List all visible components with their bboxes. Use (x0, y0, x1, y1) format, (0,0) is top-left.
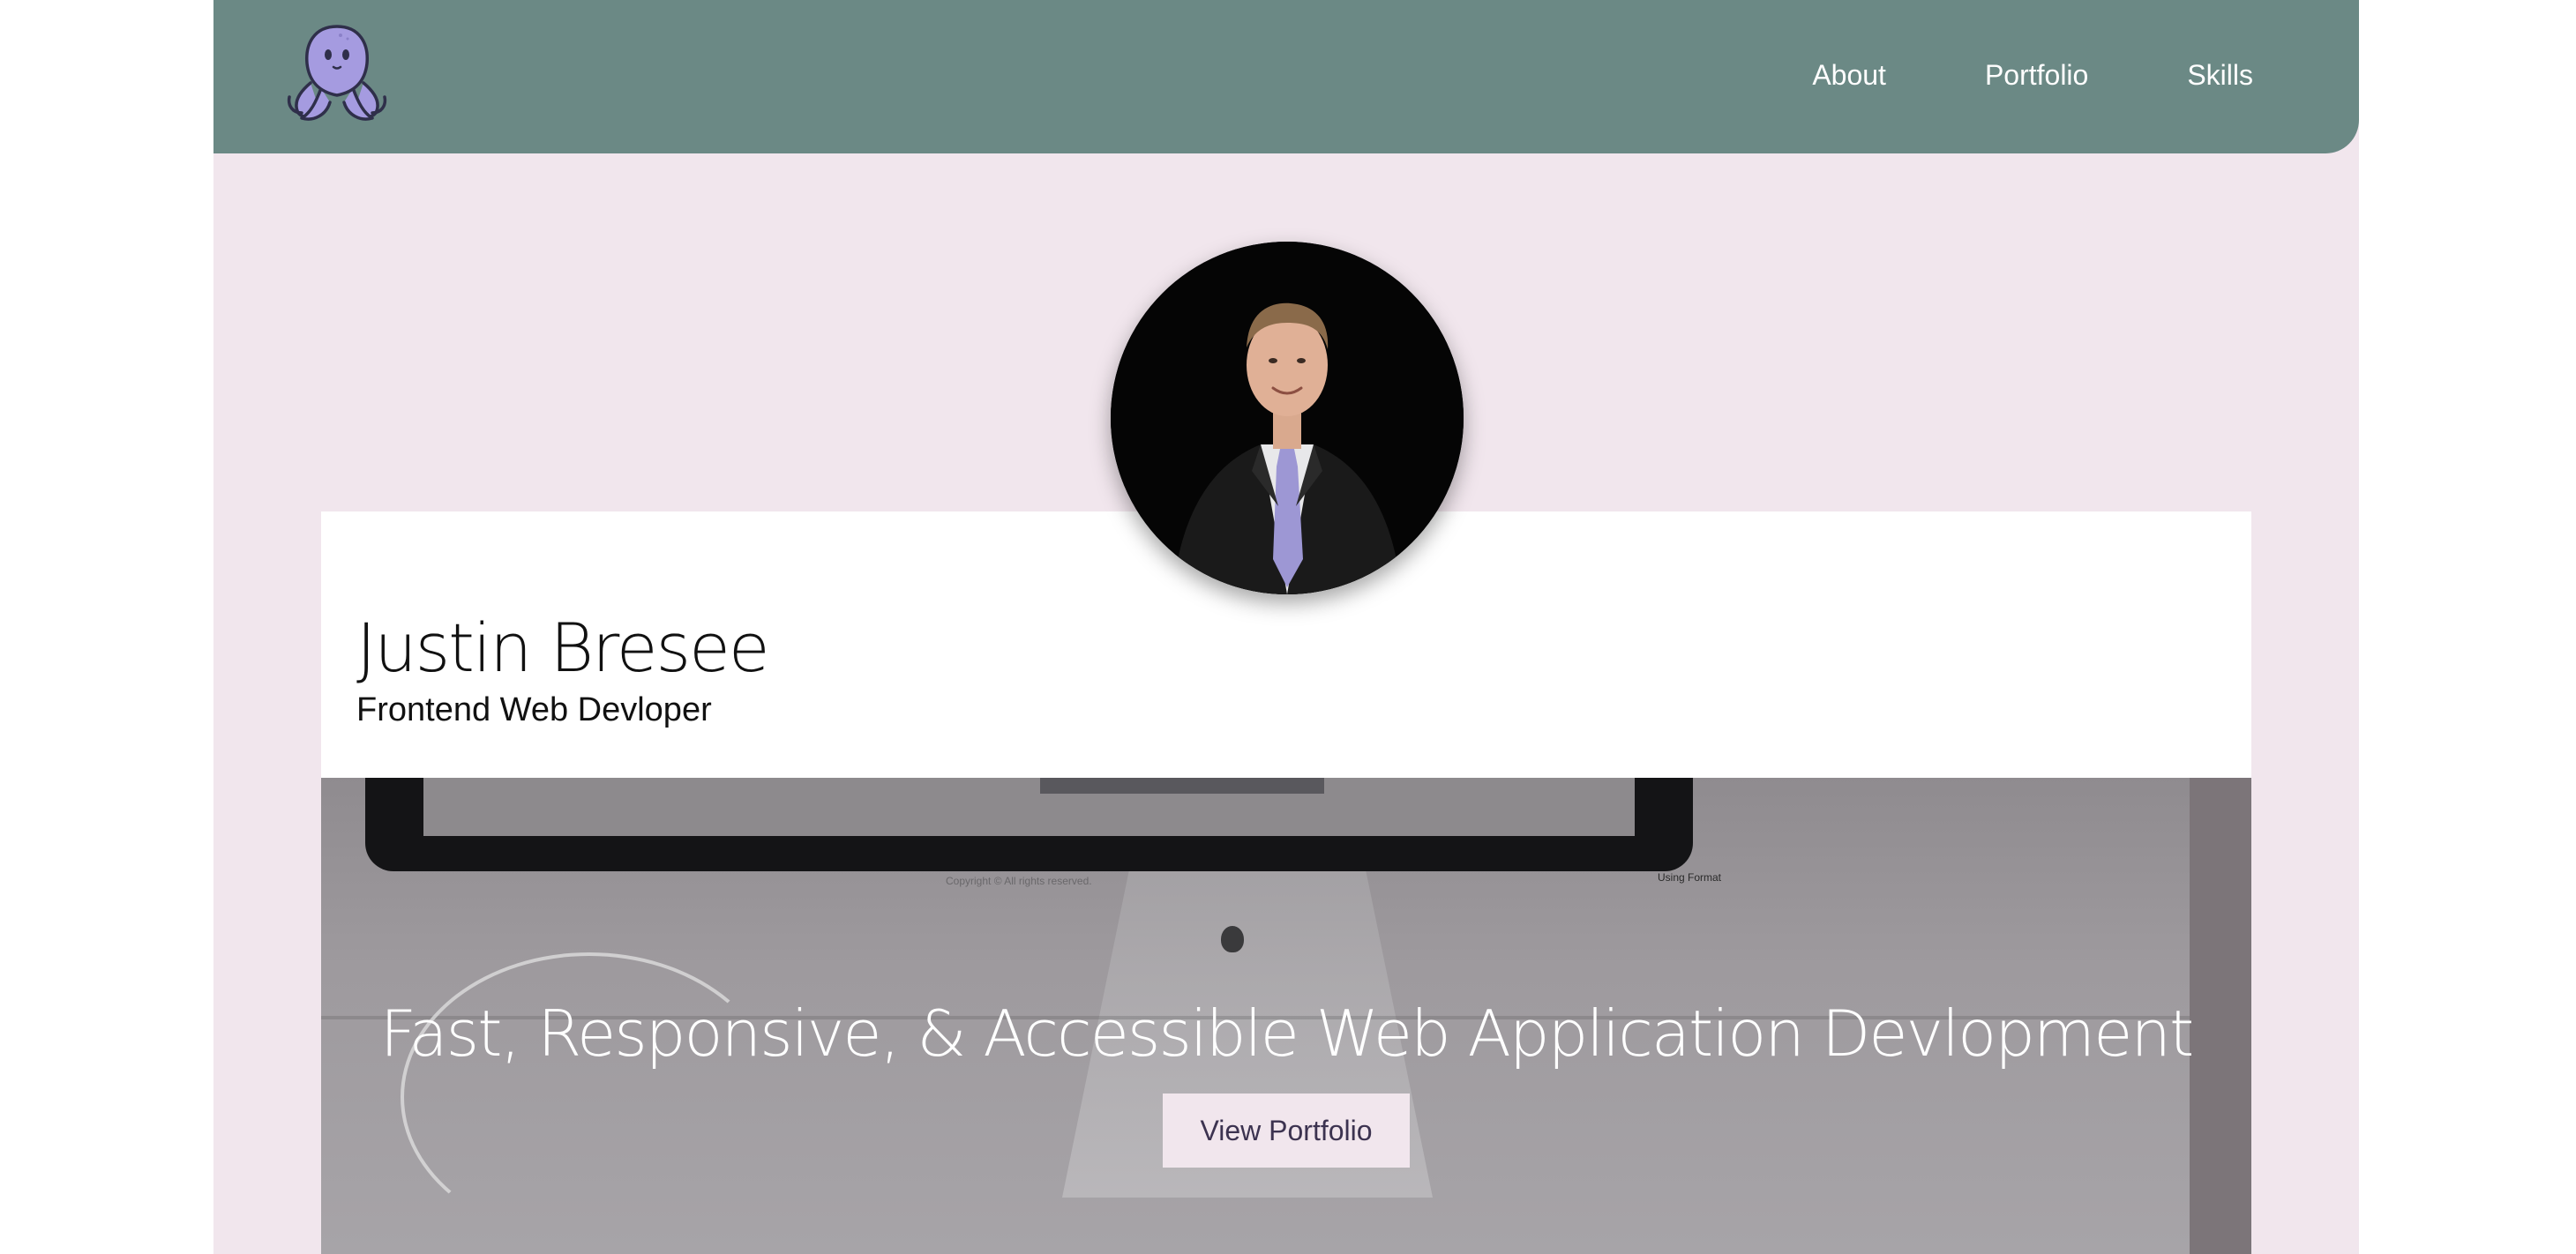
monitor-bezel (365, 776, 1693, 871)
apple-logo-icon (1221, 926, 1244, 952)
main-nav: About Portfolio Skills (1812, 0, 2253, 150)
screen-thumbnail (1040, 776, 1324, 794)
octopus-logo-icon[interactable] (284, 21, 390, 123)
profile-role: Frontend Web Devloper (356, 691, 712, 728)
profile-photo (1111, 242, 1464, 594)
nav-link-portfolio[interactable]: Portfolio (1985, 59, 2088, 92)
view-portfolio-button[interactable]: View Portfolio (1163, 1094, 1410, 1168)
profile-name: Justin Bresee (356, 608, 770, 687)
monitor-screen (423, 776, 1635, 836)
page: About Portfolio Skills Copyright © All r… (213, 0, 2359, 1254)
hero-title: Fast, Responsive, & Accessible Web Appli… (379, 996, 2194, 1071)
nav-link-about[interactable]: About (1812, 59, 1886, 92)
screen-credit-text: Using Format (1658, 871, 1722, 884)
nav-link-skills[interactable]: Skills (2187, 59, 2253, 92)
screen-copyright-text: Copyright © All rights reserved. (946, 875, 1092, 887)
site-header: About Portfolio Skills (213, 0, 2359, 153)
